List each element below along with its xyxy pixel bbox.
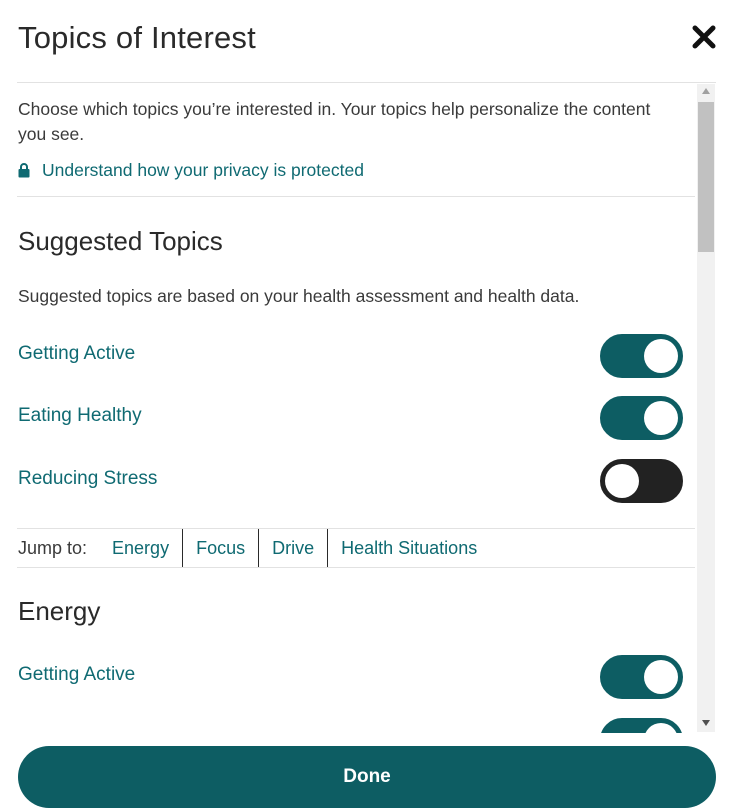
jump-link-health-situations[interactable]: Health Situations [328, 529, 490, 567]
jump-link-drive[interactable]: Drive [259, 529, 329, 567]
topic-row-reducing-stress: Reducing Stress [17, 459, 683, 503]
topic-toggle[interactable] [600, 334, 683, 378]
topic-toggle[interactable] [600, 396, 683, 440]
topic-row-energy-partial [17, 718, 683, 733]
topic-row-eating-healthy: Eating Healthy [17, 396, 683, 440]
energy-heading: Energy [18, 596, 101, 626]
topic-row-getting-active: Getting Active [17, 334, 683, 378]
privacy-link-label: Understand how your privacy is protected [42, 160, 364, 180]
divider [17, 196, 695, 197]
privacy-link[interactable]: Understand how your privacy is protected [18, 160, 364, 181]
done-button[interactable]: Done [18, 746, 716, 808]
scroll-up-arrow-icon[interactable] [702, 88, 710, 94]
scrollbar-thumb[interactable] [698, 102, 714, 252]
toggle-knob [644, 401, 678, 435]
topic-label[interactable]: Eating Healthy [18, 405, 142, 427]
jump-to-label: Jump to: [18, 537, 88, 558]
topic-toggle[interactable] [600, 718, 683, 733]
scroll-down-arrow-icon[interactable] [702, 720, 710, 726]
topic-label[interactable]: Reducing Stress [18, 468, 157, 490]
toggle-knob [605, 464, 639, 498]
intro-text: Choose which topics you’re interested in… [18, 99, 651, 144]
toggle-knob [644, 723, 678, 733]
topic-label[interactable]: Getting Active [18, 664, 135, 686]
toggle-knob [644, 339, 678, 373]
jump-to-nav: Jump to: Energy Focus Drive Health Situa… [17, 528, 695, 568]
toggle-knob [644, 660, 678, 694]
jump-link-focus[interactable]: Focus [183, 529, 260, 567]
dialog-title: Topics of Interest [18, 20, 256, 55]
close-icon[interactable] [691, 24, 717, 50]
topic-row-energy-getting-active: Getting Active [17, 655, 683, 699]
suggested-topics-description: Suggested topics are based on your healt… [18, 286, 580, 306]
topic-toggle[interactable] [600, 655, 683, 699]
lock-icon [18, 163, 30, 178]
suggested-topics-heading: Suggested Topics [18, 226, 223, 256]
topic-label[interactable]: Getting Active [18, 343, 135, 365]
vertical-scrollbar[interactable] [697, 84, 715, 732]
jump-link-energy[interactable]: Energy [99, 529, 184, 567]
topics-scroll-area[interactable]: Choose which topics you’re interested in… [17, 82, 716, 733]
topic-toggle[interactable] [600, 459, 683, 503]
